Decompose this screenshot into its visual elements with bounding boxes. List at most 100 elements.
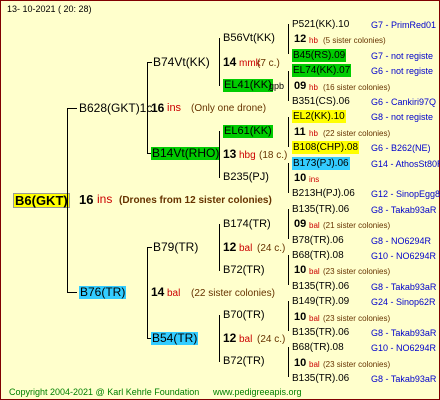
queen-b74[interactable]: B74Vt(KK) bbox=[153, 56, 210, 69]
b14-num: 13 bbox=[223, 147, 237, 161]
ancestor-num: 10 bbox=[294, 310, 307, 323]
ancestor-insemination: bal bbox=[309, 313, 320, 323]
generation-link[interactable]: G14 - AthosSt80R bbox=[371, 158, 440, 171]
ancestor-queen[interactable]: B78(TR).06 bbox=[292, 234, 344, 247]
queen-b72-b[interactable]: B72(TR) bbox=[223, 355, 265, 368]
b74-count: (7 c.) bbox=[257, 58, 280, 69]
line-b628-vertical bbox=[147, 62, 148, 154]
root-queen-num: 16 bbox=[79, 192, 94, 207]
generation-link[interactable]: G8 - Takab93aR bbox=[371, 204, 436, 217]
generation-link[interactable]: G24 - Sinop62R bbox=[371, 296, 436, 309]
ancestor-insemination: bal bbox=[309, 221, 320, 231]
ancestor-queen[interactable]: B149(TR).09 bbox=[292, 295, 349, 308]
ancestor-count: (23 sister colonies) bbox=[323, 313, 391, 323]
ancestor-queen[interactable]: B213H(PJ).06 bbox=[292, 187, 355, 200]
footer-site-link[interactable]: www.pedigreeapis.org bbox=[213, 386, 302, 399]
pedigree-frame: 13- 10-2021 ( 20: 28) B6(GKT) 16 ins (Dr… bbox=[0, 0, 440, 400]
queen-b79[interactable]: B79(TR) bbox=[153, 241, 198, 254]
generation-link[interactable]: G10 - NO6294R bbox=[371, 250, 436, 263]
queen-b174[interactable]: B174(TR) bbox=[223, 218, 271, 231]
ancestor-queen[interactable]: B135(TR).06 bbox=[292, 203, 349, 216]
generation-link[interactable]: G6 - not registe bbox=[371, 65, 433, 78]
queen-b56[interactable]: B56Vt(KK) bbox=[223, 32, 275, 45]
queen-b628[interactable]: B628(GKT)1c bbox=[79, 102, 152, 115]
generation-link[interactable]: G8 - Takab93aR bbox=[371, 281, 436, 294]
ancestor-insemination: hb bbox=[309, 82, 318, 92]
ancestor-queen[interactable]: B135(TR).06 bbox=[292, 326, 349, 339]
root-queen[interactable]: B6(GKT) bbox=[13, 193, 70, 208]
ancestor-queen[interactable]: B68(TR).08 bbox=[292, 249, 344, 262]
ancestor-count: (16 sister colonies) bbox=[323, 82, 391, 92]
b54-count: (24 c.) bbox=[257, 334, 286, 345]
ancestor-num: 10 bbox=[294, 172, 307, 184]
b54-bal: bal bbox=[239, 334, 253, 345]
line-r5 bbox=[288, 209, 289, 239]
ancestor-queen[interactable]: EL2(KK).10 bbox=[292, 110, 346, 124]
b628-drones-note: (Only one drone) bbox=[191, 103, 267, 114]
b74-num: 14 bbox=[223, 55, 237, 69]
queen-b72-a[interactable]: B72(TR) bbox=[223, 264, 265, 277]
ancestor-num: 11 bbox=[294, 125, 306, 138]
b79-count: (24 c.) bbox=[257, 243, 286, 254]
b76-count: (22 sister colonies) bbox=[191, 288, 275, 299]
queen-el61[interactable]: EL61(KK) bbox=[223, 125, 273, 138]
ancestor-count: (21 sister colonies) bbox=[323, 221, 391, 231]
line-r6 bbox=[288, 255, 289, 285]
ancestor-queen[interactable]: EL74(KK).07 bbox=[292, 64, 352, 78]
line-r2 bbox=[288, 71, 289, 101]
footer-copyright: Copyright 2004-2021 @ Karl Kehrle Founda… bbox=[9, 387, 200, 397]
root-drones-note: (Drones from 12 sister colonies) bbox=[119, 195, 272, 206]
line-root-vertical bbox=[67, 108, 68, 293]
ancestor-queen[interactable]: P521(KK).10 bbox=[292, 18, 349, 31]
generation-link[interactable]: G8 - Takab93aR bbox=[371, 327, 436, 340]
line-root-to-b76 bbox=[67, 292, 77, 293]
ancestor-insemination: hb bbox=[309, 36, 318, 46]
ancestor-queen[interactable]: B351(CS).06 bbox=[292, 95, 350, 108]
ancestor-insemination: hb bbox=[309, 128, 318, 138]
generation-link[interactable]: G6 - B262(NE) bbox=[371, 142, 431, 155]
queen-b70[interactable]: B70(TR) bbox=[223, 309, 265, 322]
ancestor-queen[interactable]: B135(TR).06 bbox=[292, 280, 349, 293]
line-b79-vertical bbox=[219, 224, 220, 271]
ancestor-queen[interactable]: B108(CHP).08 bbox=[292, 141, 360, 155]
generation-link[interactable]: G8 - NO6294R bbox=[371, 235, 431, 248]
ancestor-num: 10 bbox=[294, 356, 307, 369]
ancestor-num: 10 bbox=[294, 264, 307, 277]
el41-suffix: gpb bbox=[269, 81, 285, 91]
queen-b76[interactable]: B76(TR) bbox=[79, 286, 127, 299]
generation-link[interactable]: G12 - SinopEgg86R bbox=[371, 188, 440, 201]
b14-count: (18 c.) bbox=[259, 150, 288, 161]
line-b14-vertical bbox=[219, 131, 220, 178]
line-b54-vertical bbox=[219, 315, 220, 362]
b14-hbg: hbg bbox=[239, 150, 256, 161]
generation-link[interactable]: G8 - not registe bbox=[371, 111, 433, 124]
ancestor-queen[interactable]: B68(TR).08 bbox=[292, 341, 344, 354]
queen-b54[interactable]: B54(TR) bbox=[151, 332, 199, 345]
ancestor-queen[interactable]: B173(PJ).06 bbox=[292, 156, 350, 170]
line-r7 bbox=[288, 301, 289, 331]
line-r1 bbox=[288, 24, 289, 54]
b54-num: 12 bbox=[223, 331, 237, 345]
ancestor-queen[interactable]: B45(RS).09 bbox=[292, 48, 347, 62]
ancestor-count: (23 sister colonies) bbox=[323, 359, 391, 369]
generation-link[interactable]: G10 - NO6294R bbox=[371, 342, 436, 355]
ancestor-num: 12 bbox=[294, 33, 307, 46]
generation-link[interactable]: G8 - Takab93aR bbox=[371, 373, 436, 386]
ancestor-insemination: bal bbox=[309, 359, 320, 369]
ancestor-count: (22 sister colonies) bbox=[323, 128, 391, 138]
queen-el41[interactable]: EL41(KK) bbox=[223, 79, 273, 92]
b628-ins: ins bbox=[167, 102, 182, 114]
b76-num: 14 bbox=[151, 285, 165, 299]
line-b628-to-b74 bbox=[147, 62, 152, 63]
ancestor-num: 09 bbox=[294, 79, 307, 92]
ancestor-num: 09 bbox=[294, 218, 307, 231]
b76-bal: bal bbox=[167, 288, 181, 299]
ancestor-queen[interactable]: B135(TR).06 bbox=[292, 372, 349, 385]
generation-link[interactable]: G7 - not registe bbox=[371, 50, 433, 63]
line-b74-vertical bbox=[219, 38, 220, 86]
queen-b235[interactable]: B235(PJ) bbox=[223, 171, 269, 184]
line-r4 bbox=[288, 163, 289, 193]
queen-b14[interactable]: B14Vt(RHO) bbox=[151, 147, 221, 160]
generation-link[interactable]: G6 - Cankiri97Q bbox=[371, 96, 436, 109]
generation-link[interactable]: G7 - PrimRed01 bbox=[371, 19, 436, 32]
